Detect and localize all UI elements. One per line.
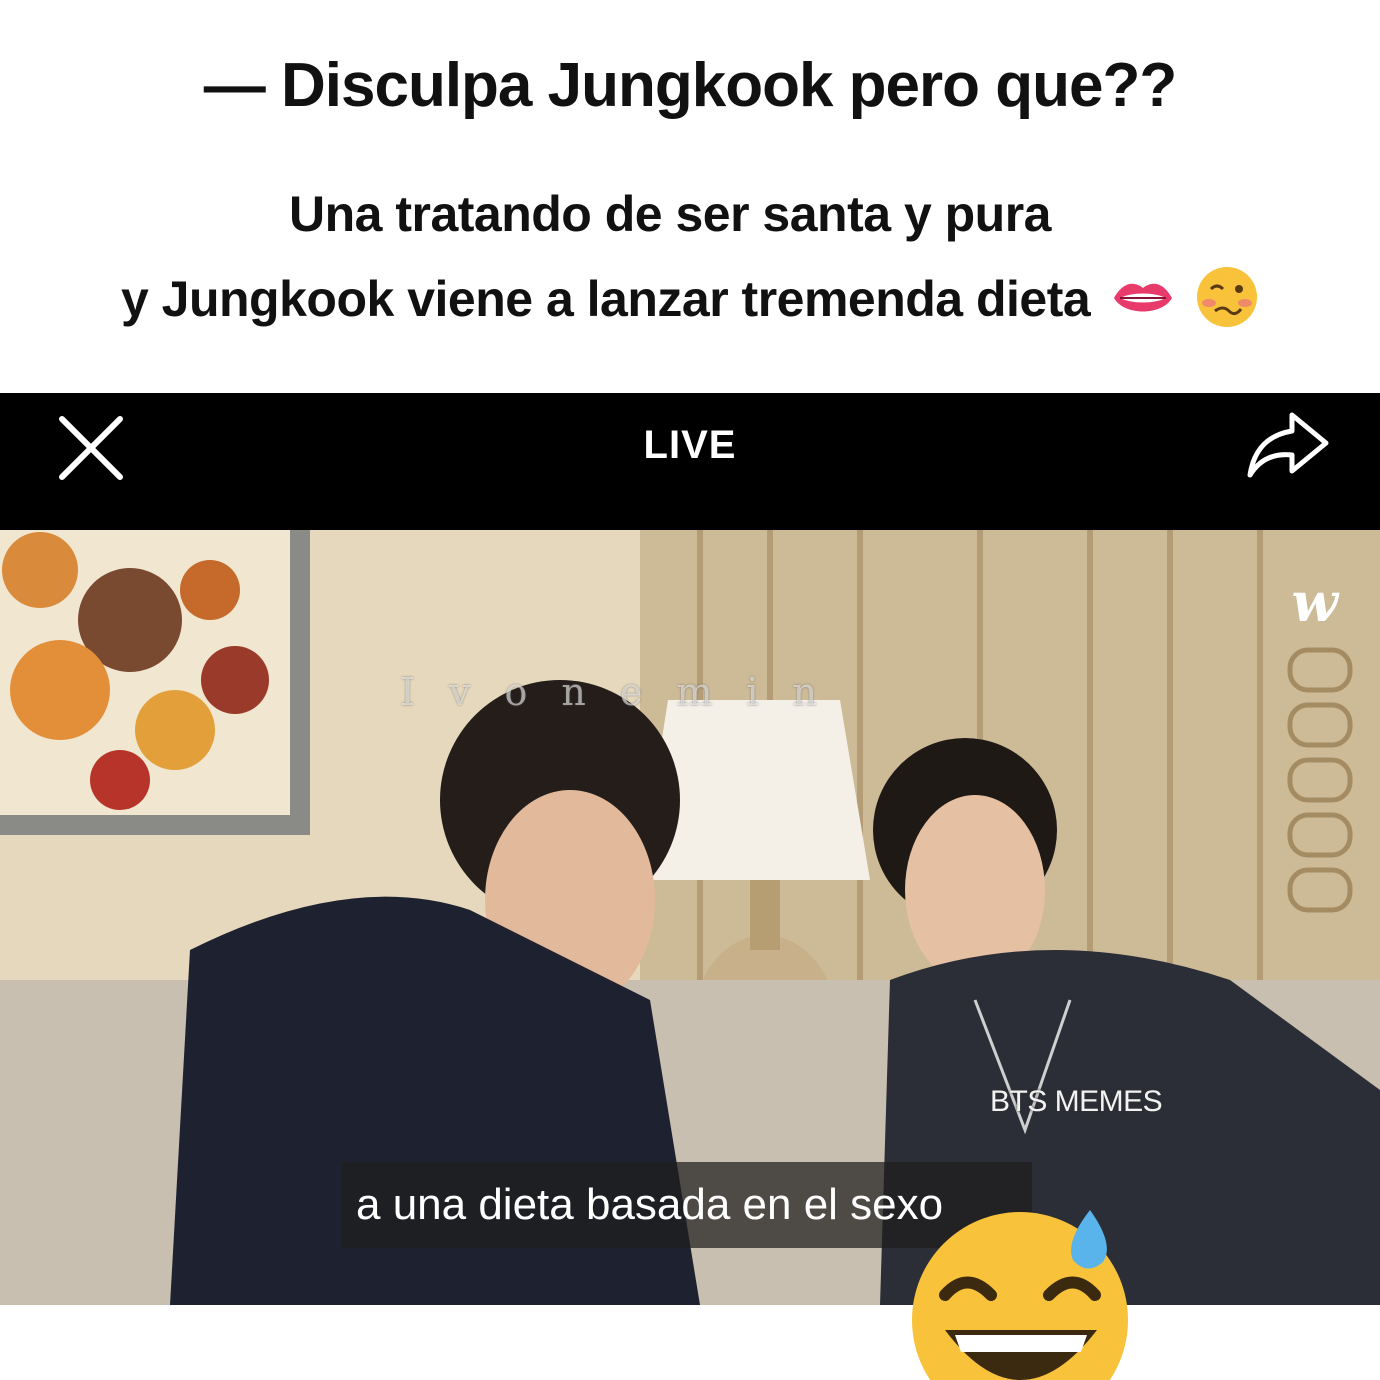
channel-watermark-top: Ivonemin [400,670,851,714]
live-video-frame[interactable]: Ivonemin w BTS MEMES a una dieta basada … [0,530,1380,1305]
post-caption-line-1: Una tratando de ser santa y pura [288,186,1052,242]
live-label: LIVE [643,423,737,467]
share-button[interactable] [1246,409,1330,483]
post-headline: — Disculpa Jungkook pero que?? [203,51,1177,120]
woozy-face-icon [1195,265,1259,341]
live-header-bar: LIVE [0,393,1380,530]
weverse-logo: w [1291,570,1339,634]
channel-watermark: BTS MEMES [990,1085,1163,1118]
lips-icon [1112,274,1174,332]
post-caption-line-2-text: y Jungkook viene a lanzar tremenda dieta [120,271,1091,328]
grinning-sweat-face-icon [905,1200,1145,1380]
post-caption-line-2: y Jungkook viene a lanzar tremenda dieta [0,265,1380,341]
share-icon [1247,412,1329,478]
